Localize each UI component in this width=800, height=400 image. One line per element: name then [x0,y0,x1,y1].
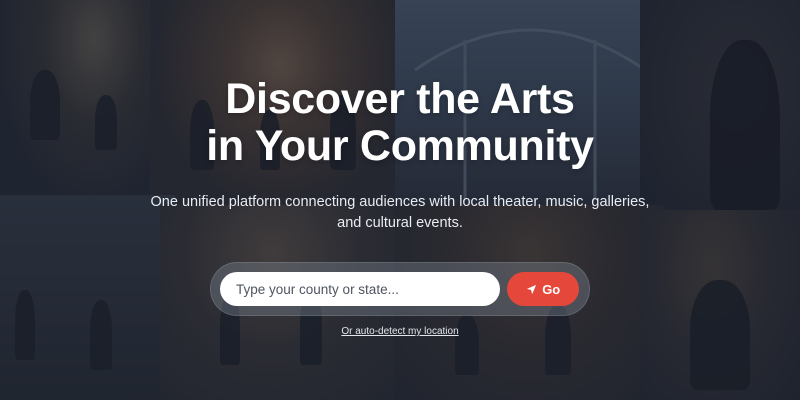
hero-title: Discover the Arts in Your Community [206,76,594,170]
hero-subtitle: One unified platform connecting audience… [150,194,650,231]
go-button-label: Go [542,281,561,297]
go-button[interactable]: Go [507,272,579,306]
location-search-form: Go [210,262,590,316]
auto-detect-location-link[interactable]: Or auto-detect my location [341,326,458,337]
navigation-arrow-icon [527,284,537,294]
hero-section: Discover the Arts in Your Community One … [0,0,800,400]
hero-title-line-1: Discover the Arts [225,75,575,123]
hero-title-line-2: in Your Community [206,122,594,170]
location-search-input[interactable] [220,272,501,306]
